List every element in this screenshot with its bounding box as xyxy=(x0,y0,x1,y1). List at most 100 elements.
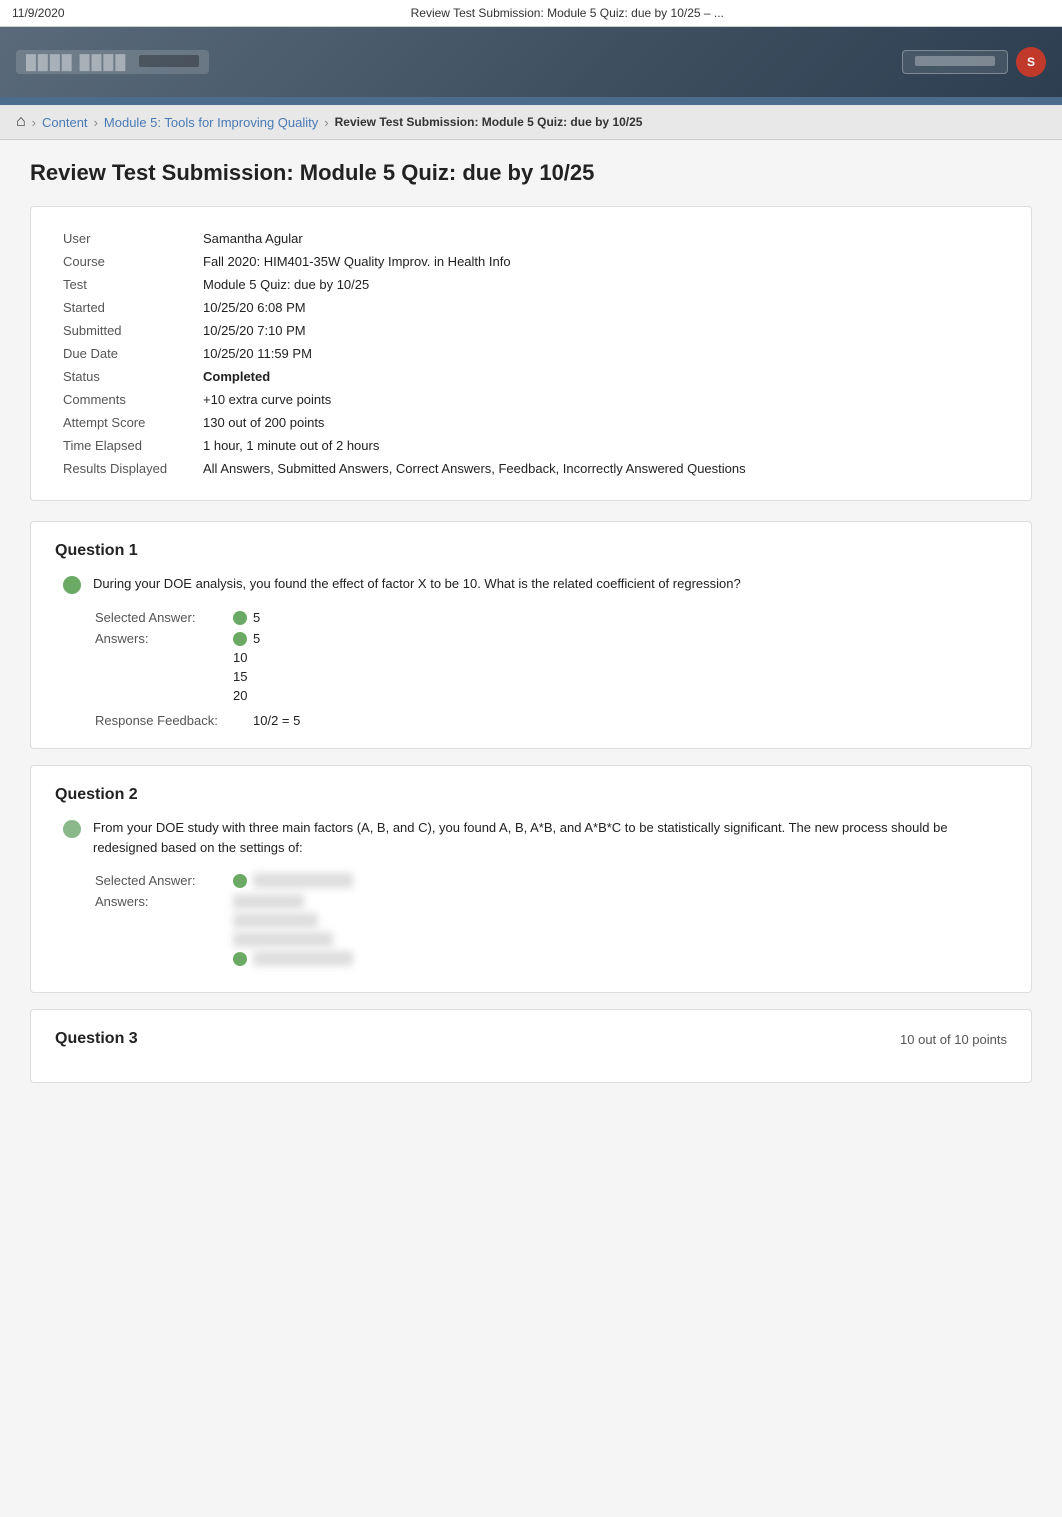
submission-info-card: User Samantha Agular Course Fall 2020: H… xyxy=(30,206,1032,501)
comments-value: +10 extra curve points xyxy=(195,388,1007,411)
due-date-label: Due Date xyxy=(55,342,195,365)
user-label: User xyxy=(55,227,195,250)
info-row-submitted: Submitted 10/25/20 7:10 PM xyxy=(55,319,1007,342)
q2-answer-3: Apply A*B*C only xyxy=(233,932,353,947)
feedback-row: Response Feedback: 10/2 = 5 xyxy=(95,713,1007,728)
q2-selected-wrapper: Apply A*B*C only xyxy=(233,873,353,888)
feedback-label: Response Feedback: xyxy=(95,713,245,728)
browser-bar: 11/9/2020 Review Test Submission: Module… xyxy=(0,0,1062,27)
q2-answers-label: Answers: xyxy=(95,894,225,909)
q2-correct-dot xyxy=(233,874,247,888)
info-row-attempt-score: Attempt Score 130 out of 200 points xyxy=(55,411,1007,434)
header-right: S xyxy=(902,47,1046,77)
question-3-header: Question 3 10 out of 10 points xyxy=(55,1030,1007,1048)
question-3-block: Question 3 10 out of 10 points xyxy=(30,1009,1032,1083)
submission-info-table: User Samantha Agular Course Fall 2020: H… xyxy=(55,227,1007,480)
time-elapsed-label: Time Elapsed xyxy=(55,434,195,457)
course-value: Fall 2020: HIM401-35W Quality Improv. in… xyxy=(195,250,1007,273)
status-value: Completed xyxy=(195,365,1007,388)
question-2-answers: Selected Answer: Apply A*B*C only Answer… xyxy=(55,873,1007,966)
test-value: Module 5 Quiz: due by 10/25 xyxy=(195,273,1007,296)
browser-title: Review Test Submission: Module 5 Quiz: d… xyxy=(85,6,1051,20)
question-2-block: Question 2 From your DOE study with thre… xyxy=(30,765,1032,993)
browser-date: 11/9/2020 xyxy=(12,6,65,20)
breadcrumb-sep-1: › xyxy=(32,115,36,130)
answer-value-1: 5 xyxy=(253,631,260,646)
question-2-indicator xyxy=(63,820,81,838)
site-logo: ████ ████ xyxy=(16,50,209,74)
submitted-value: 10/25/20 7:10 PM xyxy=(195,319,1007,342)
time-elapsed-value: 1 hour, 1 minute out of 2 hours xyxy=(195,434,1007,457)
info-row-time-elapsed: Time Elapsed 1 hour, 1 minute out of 2 h… xyxy=(55,434,1007,457)
q2-answer-value-4: Apply A*B*C only xyxy=(253,951,353,966)
question-1-title: Question 1 xyxy=(55,542,138,560)
question-3-points: 10 out of 10 points xyxy=(900,1032,1007,1047)
question-1-body: During your DOE analysis, you found the … xyxy=(55,574,1007,594)
info-row-course: Course Fall 2020: HIM401-35W Quality Imp… xyxy=(55,250,1007,273)
breadcrumb-content[interactable]: Content xyxy=(42,115,88,130)
selected-answer-value: 5 xyxy=(253,610,260,625)
answer-value-2: 10 xyxy=(233,650,247,665)
breadcrumb: ⌂ › Content › Module 5: Tools for Improv… xyxy=(0,105,1062,140)
info-row-status: Status Completed xyxy=(55,365,1007,388)
info-row-user: User Samantha Agular xyxy=(55,227,1007,250)
answer-option-4: 20 xyxy=(233,688,260,703)
breadcrumb-module[interactable]: Module 5: Tools for Improving Quality xyxy=(104,115,318,130)
correct-dot-1 xyxy=(233,632,247,646)
info-row-test: Test Module 5 Quiz: due by 10/25 xyxy=(55,273,1007,296)
info-row-results-displayed: Results Displayed All Answers, Submitted… xyxy=(55,457,1007,480)
results-displayed-label: Results Displayed xyxy=(55,457,195,480)
started-label: Started xyxy=(55,296,195,319)
comments-label: Comments xyxy=(55,388,195,411)
q2-answer-value-3: Apply A*B*C only xyxy=(233,932,333,947)
main-content: Review Test Submission: Module 5 Quiz: d… xyxy=(0,140,1062,1517)
selected-answer-label: Selected Answer: xyxy=(95,610,225,625)
home-icon[interactable]: ⌂ xyxy=(16,113,26,131)
nav-secondary xyxy=(0,97,1062,105)
user-value: Samantha Agular xyxy=(195,227,1007,250)
answer-value-3: 15 xyxy=(233,669,247,684)
breadcrumb-sep-3: › xyxy=(324,115,328,130)
status-label: Status xyxy=(55,365,195,388)
question-1-indicator xyxy=(63,576,81,594)
info-row-comments: Comments +10 extra curve points xyxy=(55,388,1007,411)
breadcrumb-current: Review Test Submission: Module 5 Quiz: d… xyxy=(335,115,643,129)
answer-options: 5 10 15 20 xyxy=(233,631,260,703)
due-date-value: 10/25/20 11:59 PM xyxy=(195,342,1007,365)
q2-selected-label: Selected Answer: xyxy=(95,873,225,888)
attempt-score-value: 130 out of 200 points xyxy=(195,411,1007,434)
info-row-due-date: Due Date 10/25/20 11:59 PM xyxy=(55,342,1007,365)
q2-answer-2: Apply A*B only xyxy=(233,913,353,928)
breadcrumb-sep-2: › xyxy=(94,115,98,130)
logo-text: ████ ████ xyxy=(26,54,127,70)
question-2-text: From your DOE study with three main fact… xyxy=(93,818,1007,857)
question-1-answers: Selected Answer: 5 Answers: 5 10 xyxy=(55,610,1007,728)
question-2-body: From your DOE study with three main fact… xyxy=(55,818,1007,857)
attempt-score-label: Attempt Score xyxy=(55,411,195,434)
q2-answer-value-1: Apply A only xyxy=(233,894,304,909)
q2-correct-dot-4 xyxy=(233,952,247,966)
correct-indicator xyxy=(233,611,247,625)
site-header: ████ ████ S xyxy=(0,27,1062,97)
q2-answer-options: Apply A only Apply A*B only Apply A*B*C … xyxy=(233,894,353,966)
q2-answers-row: Answers: Apply A only Apply A*B only App… xyxy=(95,894,1007,966)
user-menu-button[interactable] xyxy=(902,50,1008,74)
avatar: S xyxy=(1016,47,1046,77)
question-1-text: During your DOE analysis, you found the … xyxy=(93,574,741,594)
answer-value-4: 20 xyxy=(233,688,247,703)
submitted-label: Submitted xyxy=(55,319,195,342)
question-1-header: Question 1 xyxy=(55,542,1007,560)
test-label: Test xyxy=(55,273,195,296)
question-1-block: Question 1 During your DOE analysis, you… xyxy=(30,521,1032,749)
course-label: Course xyxy=(55,250,195,273)
q2-answer-value-2: Apply A*B only xyxy=(233,913,318,928)
answers-row: Answers: 5 10 15 20 xyxy=(95,631,1007,703)
logo-block: ████ ████ xyxy=(16,50,209,74)
results-displayed-value: All Answers, Submitted Answers, Correct … xyxy=(195,457,1007,480)
selected-value-wrapper: 5 xyxy=(233,610,260,625)
selected-answer-row: Selected Answer: 5 xyxy=(95,610,1007,625)
info-row-started: Started 10/25/20 6:08 PM xyxy=(55,296,1007,319)
page-title: Review Test Submission: Module 5 Quiz: d… xyxy=(30,160,1032,186)
feedback-content: 10/2 = 5 xyxy=(253,713,300,728)
question-3-title: Question 3 xyxy=(55,1030,138,1048)
